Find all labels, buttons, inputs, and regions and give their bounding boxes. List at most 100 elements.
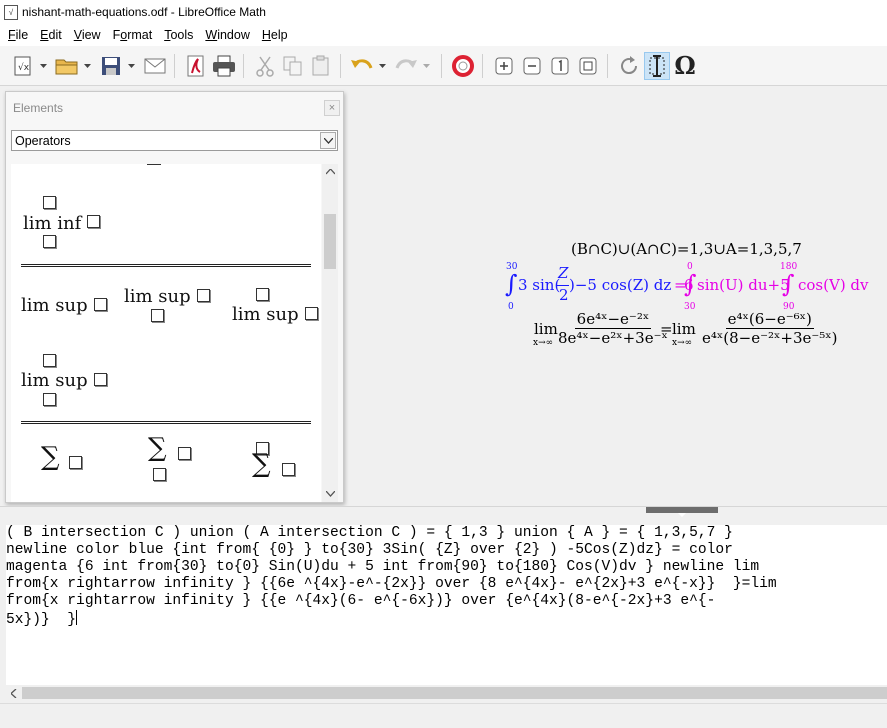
open-dropdown-arrow[interactable]	[82, 63, 92, 68]
show-all-icon	[551, 57, 569, 74]
omega-icon: Ω	[674, 51, 696, 80]
formula-cursor-icon	[649, 54, 665, 77]
svg-text:√x: √x	[18, 62, 30, 73]
scroll-up-icon[interactable]	[322, 164, 338, 180]
splitter-grip[interactable]	[646, 507, 718, 517]
open-folder-icon	[55, 59, 78, 74]
sum-icon: ∑	[252, 449, 271, 479]
help-button[interactable]	[450, 52, 476, 80]
zoom-fit-button[interactable]	[575, 52, 601, 80]
element-label: lim sup	[232, 304, 299, 325]
selected-category: Operators	[15, 133, 71, 148]
menu-help[interactable]: Help	[256, 28, 294, 42]
zoom-fit-icon	[579, 57, 597, 74]
denominator-left: 8e⁴ˣ−e²ˣ+3e⁻ˣ	[558, 329, 668, 347]
export-pdf-icon	[187, 55, 204, 76]
menu-edit-rest: dit	[48, 28, 62, 42]
open-button[interactable]	[54, 52, 80, 80]
toolbar-separator	[482, 53, 483, 78]
sum-icon: ∑	[41, 442, 60, 472]
menu-tools[interactable]: Tools	[158, 28, 199, 42]
scrollbar-thumb[interactable]	[324, 214, 336, 269]
integral-lower-limit: 0	[508, 302, 514, 312]
redo-dropdown-arrow[interactable]	[421, 63, 431, 68]
zoom-out-button[interactable]	[519, 52, 545, 80]
integral-sign: ∫	[684, 270, 697, 298]
magenta-term-end: cos(V) dv	[798, 276, 869, 294]
menu-file[interactable]: File	[2, 28, 34, 42]
menu-window[interactable]: Window	[199, 28, 255, 42]
elements-panel: Elements × Operators lim inf lim sup lim…	[5, 91, 344, 503]
element-sum[interactable]: ∑	[11, 439, 111, 499]
element-label: lim sup	[21, 295, 88, 316]
zoom-in-button[interactable]	[491, 52, 517, 80]
menu-edit[interactable]: Edit	[34, 28, 68, 42]
numerator-right: e⁴ˣ(6−e⁻⁶ˣ)	[725, 310, 814, 329]
element-lim-sup-from[interactable]: lim sup	[116, 279, 216, 329]
save-icon	[102, 56, 120, 75]
placeholder-icon	[197, 289, 210, 302]
formula-line-1: (B∩C)∪(A∩C)=1,3∪A=1,3,5,7	[571, 240, 802, 258]
symbols-button[interactable]: Ω	[672, 51, 698, 80]
menu-help-rest: elp	[270, 28, 288, 42]
command-text[interactable]: ( B intersection C ) union ( A intersect…	[6, 525, 777, 629]
formula-cursor-button[interactable]	[644, 51, 670, 80]
close-elements-button[interactable]: ×	[324, 100, 340, 116]
elements-list: lim inf lim sup lim sup lim sup lim sup …	[11, 164, 321, 502]
zoom-out-icon	[523, 57, 541, 74]
menu-format[interactable]: Format	[107, 28, 159, 42]
element-sum-to[interactable]: ∑	[216, 439, 321, 499]
element-lim-sup-to[interactable]: lim sup	[216, 279, 321, 329]
denominator-right: e⁴ˣ(8−e⁻²ˣ+3e⁻⁵ˣ)	[702, 329, 838, 347]
undo-button[interactable]	[349, 52, 375, 80]
element-lim-sup[interactable]: lim sup	[11, 279, 111, 329]
element-lim-sup-from-to[interactable]: lim sup	[11, 349, 121, 419]
element-sum-from[interactable]: ∑	[116, 433, 216, 499]
scrollbar-thumb[interactable]	[22, 687, 887, 699]
menu-format-rest: rmat	[127, 28, 153, 42]
fraction-numerator: Z	[558, 264, 569, 282]
new-formula-button[interactable]: √x	[10, 52, 36, 80]
undo-dropdown-arrow[interactable]	[377, 63, 387, 68]
text-cursor	[76, 610, 78, 625]
update-button[interactable]	[616, 52, 642, 80]
placeholder-icon	[282, 463, 295, 476]
scroll-down-icon[interactable]	[322, 486, 338, 502]
element-label: lim sup	[21, 370, 88, 391]
integral-sign: ∫	[505, 270, 518, 298]
element-lim-inf[interactable]: lim inf	[11, 182, 131, 252]
new-formula-icon: √x	[14, 56, 31, 75]
save-dropdown-arrow[interactable]	[126, 63, 136, 68]
elements-panel-title: Elements	[13, 101, 64, 115]
export-pdf-button[interactable]	[183, 52, 209, 80]
update-icon	[621, 55, 638, 74]
zoom-in-icon	[495, 57, 513, 74]
command-editor[interactable]: ( B intersection C ) union ( A intersect…	[6, 525, 887, 685]
element-label: lim inf	[23, 213, 82, 234]
placeholder-icon	[178, 447, 191, 460]
elements-category-select[interactable]: Operators	[11, 130, 338, 151]
redo-button[interactable]	[393, 52, 419, 80]
zoom-100-button[interactable]	[547, 52, 573, 80]
title-bar: √ nishant-math-equations.odf - LibreOffi…	[0, 0, 887, 24]
email-button[interactable]	[142, 52, 168, 80]
paste-button[interactable]	[308, 52, 334, 80]
print-button[interactable]	[211, 52, 237, 80]
formula-line-3: lim x→∞ 6e⁴ˣ−e⁻²ˣ 8e⁴ˣ−e²ˣ+3e⁻ˣ = lim x→…	[532, 306, 852, 352]
save-button[interactable]	[98, 52, 124, 80]
cut-button[interactable]	[252, 52, 278, 80]
copy-button[interactable]	[280, 52, 306, 80]
limit-subscript: x→∞	[672, 338, 693, 348]
elements-scrollbar[interactable]	[322, 164, 338, 502]
scroll-left-icon[interactable]	[6, 685, 22, 701]
equals-sign: =	[660, 320, 673, 338]
new-dropdown-arrow[interactable]	[38, 63, 48, 68]
menu-window-rest: indow	[217, 28, 250, 42]
undo-icon	[351, 58, 373, 69]
editor-horizontal-scrollbar[interactable]	[6, 685, 887, 701]
blue-term-end: )−5 cos(Z) dz	[569, 276, 672, 294]
limit-operator: lim	[534, 320, 558, 338]
menu-view[interactable]: View	[68, 28, 107, 42]
editor-splitter[interactable]	[0, 506, 887, 525]
status-bar	[0, 703, 887, 728]
